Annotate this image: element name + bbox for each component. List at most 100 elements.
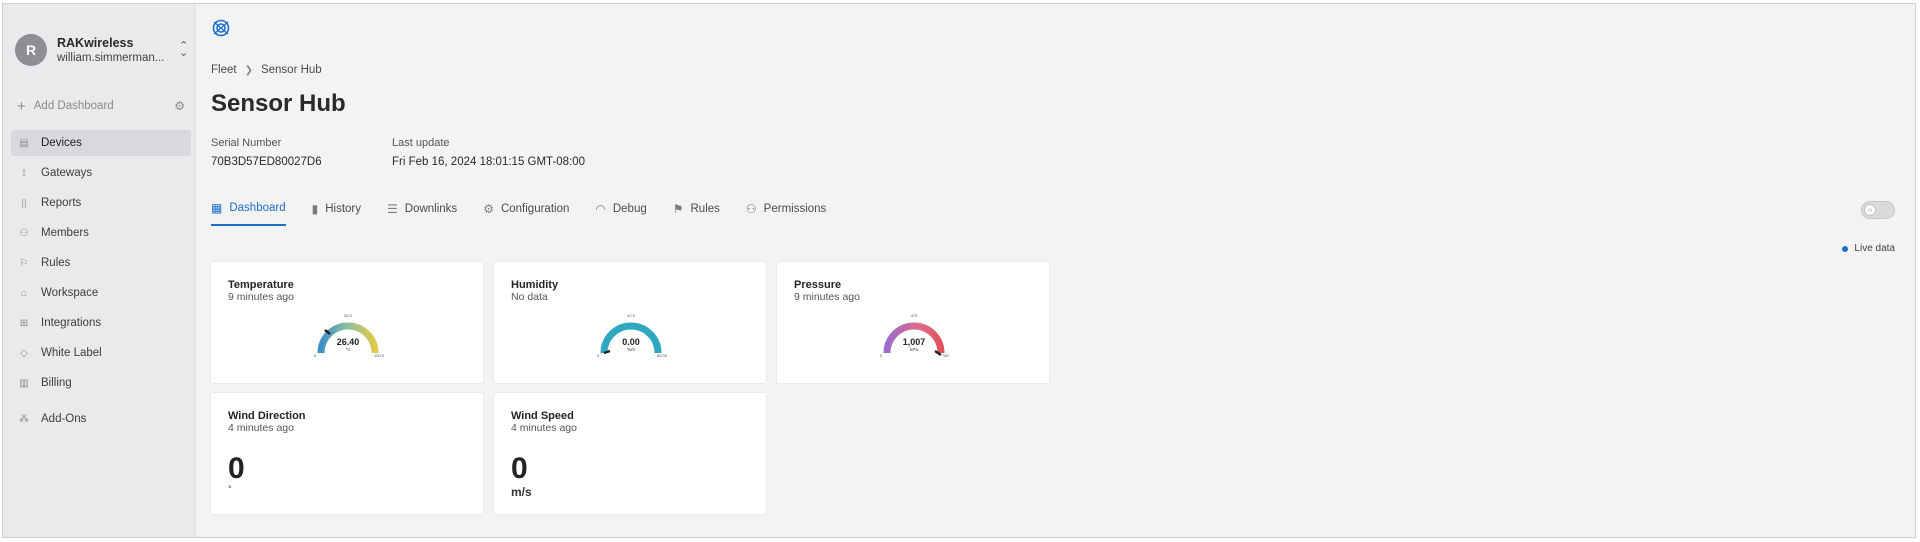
gauge-value: 26.40 [337, 337, 360, 347]
widget-title: Wind Direction [228, 410, 306, 422]
gauge-max-label: 100.0 [374, 353, 385, 358]
tab-configuration[interactable]: ⚙ Configuration [483, 194, 569, 226]
breadcrumb-link-fleet[interactable]: Fleet [211, 64, 237, 76]
sidebar-item-add-ons[interactable]: ⁂ Add-Ons [11, 406, 191, 432]
gauge-top-label: 475 [911, 313, 918, 318]
report-icon: ▯ [21, 197, 27, 209]
sidebar-item-label: Integrations [41, 317, 102, 329]
serial-number-value: 70B3D57ED80027D6 [211, 156, 322, 168]
sidebar-item-workspace[interactable]: ⌂ Workspace [11, 280, 191, 306]
tab-label: Downlinks [404, 203, 458, 215]
code-icon: ‹› [1864, 204, 1876, 216]
sidebar-item-label: Rules [41, 257, 71, 269]
chevron-right-icon: ❯ [244, 64, 253, 76]
tab-permissions[interactable]: ⚇ Permissions [746, 194, 826, 226]
people-icon: ⚇ [745, 202, 757, 216]
widget-unit: m/s [511, 485, 532, 499]
gauge-unit: kPa [910, 347, 918, 352]
tab-label: Rules [690, 203, 720, 215]
widget-humidity[interactable]: Humidity No data 42.5 0 85.00 0.00 %rh [493, 261, 767, 384]
sidebar-item-members[interactable]: ⚇ Members [11, 220, 191, 246]
sliders-icon: ☰ [387, 202, 398, 216]
main-content: Fleet ❯ Sensor Hub Sensor Hub Serial Num… [197, 4, 1915, 537]
last-update-value: Fri Feb 16, 2024 18:01:15 GMT-08:00 [392, 156, 586, 168]
widget-unit: ° [228, 484, 232, 494]
gauge-max-label: 85.00 [657, 353, 668, 358]
sidebar-item-gateways[interactable]: ⟟ Gateways [11, 160, 191, 186]
widget-value: 0 [511, 452, 528, 485]
tab-history[interactable]: ▮ History [312, 194, 361, 226]
gateway-icon: ⟟ [22, 167, 26, 179]
gauge-unit: %rh [627, 347, 635, 352]
tab-debug[interactable]: ◠ Debug [595, 194, 646, 226]
chevron-updown-icon[interactable]: ⌃ ⌄ [179, 41, 188, 59]
add-dashboard-button[interactable]: + Add Dashboard ⚙ [17, 97, 185, 115]
sidebar-item-devices[interactable]: ▤ Devices [11, 130, 191, 156]
widget-wind-speed[interactable]: Wind Speed 4 minutes ago 0 m/s [493, 392, 767, 515]
gauge-unit: °C [345, 347, 351, 352]
humidity-gauge: 42.5 0 85.00 0.00 %rh [597, 313, 668, 358]
gauge-min-label: 0 [314, 353, 317, 358]
addons-icon: ⁂ [19, 413, 29, 425]
sidebar-item-label: Gateways [41, 167, 93, 179]
tab-rules[interactable]: ⚑ Rules [673, 194, 720, 226]
account-switcher[interactable]: R RAKwireless william.simmerman... ⌃ ⌄ [15, 30, 191, 70]
gauge-value: 1,007 [903, 337, 926, 347]
rules-icon: ⚐ [19, 257, 29, 269]
avatar: R [15, 34, 47, 66]
sidebar: R RAKwireless william.simmerman... ⌃ ⌄ + … [3, 4, 196, 537]
bar-chart-icon: ▮ [311, 202, 319, 216]
pressure-gauge: 475 0 780 1,007 kPa [880, 313, 949, 358]
gauge-top-label: 50.0 [344, 313, 353, 318]
dashboard-icon: ▦ [211, 201, 223, 215]
sidebar-item-integrations[interactable]: ⊞ Integrations [11, 310, 191, 336]
widget-timestamp: 4 minutes ago [228, 422, 294, 434]
sidebar-item-label: Billing [41, 377, 72, 389]
tab-label: Dashboard [229, 202, 286, 214]
widget-title: Wind Speed [511, 410, 574, 422]
tab-label: Debug [612, 203, 647, 215]
gauge-min-label: 0 [880, 353, 883, 358]
tab-dashboard[interactable]: ▦ Dashboard [211, 194, 286, 226]
rules-icon: ⚑ [672, 202, 684, 216]
widget-wind-direction[interactable]: Wind Direction 4 minutes ago 0 ° [210, 392, 484, 515]
gear-icon[interactable]: ⚙ [174, 99, 185, 113]
serial-number-block: Serial Number 70B3D57ED80027D6 [211, 137, 322, 168]
sidebar-item-label: Workspace [41, 287, 99, 299]
account-name: RAKwireless [57, 36, 134, 50]
members-icon: ⚇ [19, 227, 29, 239]
widget-title: Pressure [794, 279, 842, 291]
tab-downlinks[interactable]: ☰ Downlinks [387, 194, 457, 226]
widget-timestamp: 9 minutes ago [794, 291, 860, 303]
sidebar-item-label: White Label [41, 347, 102, 359]
breadcrumb-current: Sensor Hub [260, 64, 322, 76]
billing-icon: ▥ [19, 377, 29, 389]
widget-pressure[interactable]: Pressure 9 minutes ago 475 0 780 1,007 k… [776, 261, 1050, 384]
sidebar-item-label: Reports [41, 197, 82, 209]
edit-mode-toggle[interactable]: ‹› [1861, 201, 1895, 219]
last-update-block: Last update Fri Feb 16, 2024 18:01:15 GM… [392, 137, 585, 168]
logo-icon[interactable] [211, 18, 231, 38]
breadcrumb: Fleet ❯ Sensor Hub [211, 64, 322, 76]
add-dashboard-label: Add Dashboard [33, 100, 114, 112]
integrations-icon: ⊞ [19, 317, 29, 329]
sidebar-item-label: Devices [41, 137, 82, 149]
tab-bar: ▦ Dashboard ▮ History ☰ Downlinks ⚙ Conf… [211, 194, 852, 229]
widget-value: 0 [228, 452, 245, 485]
widget-title: Humidity [511, 279, 559, 291]
sidebar-item-reports[interactable]: ▯ Reports [11, 190, 191, 216]
tab-label: Configuration [500, 203, 570, 215]
devices-icon: ▤ [19, 137, 29, 149]
account-email: william.simmerman... [57, 52, 165, 64]
tab-label: History [325, 203, 361, 215]
plus-icon: + [17, 97, 26, 115]
serial-number-label: Serial Number [211, 137, 282, 149]
gauge-top-label: 42.5 [627, 313, 636, 318]
widget-temperature[interactable]: Temperature 9 minutes ago 50.0 0 100.0 2… [210, 261, 484, 384]
live-data-label: Live data [1854, 243, 1895, 254]
widget-timestamp: 4 minutes ago [511, 422, 577, 434]
sidebar-item-rules[interactable]: ⚐ Rules [11, 250, 191, 276]
sidebar-item-billing[interactable]: ▥ Billing [11, 370, 191, 396]
temperature-gauge: 50.0 0 100.0 26.40 °C [314, 313, 385, 358]
sidebar-item-white-label[interactable]: ◇ White Label [11, 340, 191, 366]
